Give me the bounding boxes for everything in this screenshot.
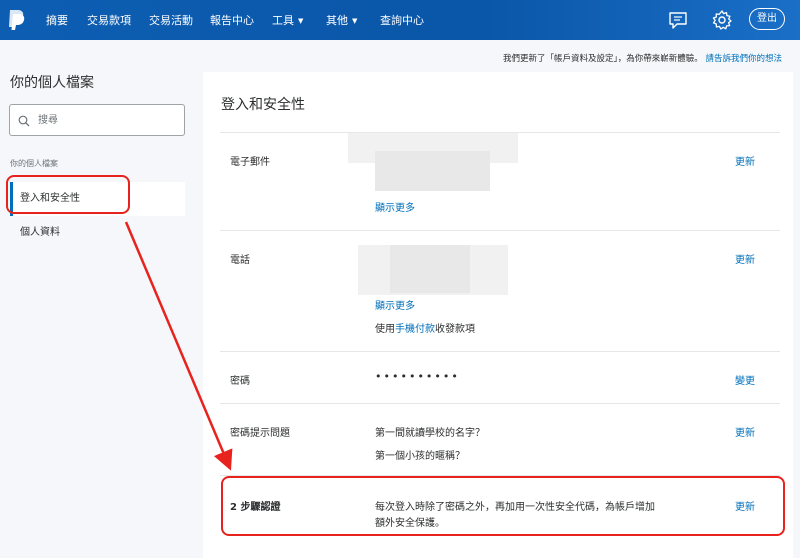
nav-activity[interactable]: 交易活動 [149,12,193,28]
nav-transactions[interactable]: 交易款項 [87,12,131,28]
gear-icon[interactable] [711,9,733,31]
nav-tools[interactable]: 工具 ▼ [272,12,303,28]
security-questions-label: 密碼提示問題 [230,428,290,439]
search-icon [18,115,30,127]
sidebar-section-label: 你的個人檔案 [10,159,58,168]
logout-button[interactable]: 登出 [749,8,785,30]
mobile-payment-link[interactable]: 手機付款 [395,324,435,335]
security-question-2: 第一個小孩的暱稱？ [375,451,465,462]
phone-update-link[interactable]: 更新 [735,251,755,266]
password-row: 密碼 •••••••••• 變更 [220,351,780,403]
sidebar-item-personal-info[interactable]: 個人資料 [10,216,185,250]
password-change-link[interactable]: 變更 [735,372,755,387]
email-update-link[interactable]: 更新 [735,153,755,168]
chevron-down-icon: ▼ [298,17,304,25]
phone-label: 電話 [230,255,250,266]
nav-tools-label: 工具 [272,14,294,27]
security-questions-row: 密碼提示問題 第一間就讀學校的名字？ 第一個小孩的暱稱？ 更新 [220,403,780,475]
chevron-down-icon: ▼ [352,17,358,25]
annotation-highlight-two-step [221,476,785,536]
nav-more-label: 其他 [326,14,348,27]
mobile-payment-text: 使用手機付款收發款項 [375,324,475,335]
paypal-logo[interactable] [6,9,26,31]
redacted-email-block [375,151,490,191]
nav-more[interactable]: 其他 ▼ [326,12,357,28]
message-center-icon[interactable] [667,9,689,31]
email-show-more-link[interactable]: 顯示更多 [375,199,415,214]
search-box[interactable] [9,104,185,136]
security-questions-update-link[interactable]: 更新 [735,424,755,439]
nav-summary[interactable]: 摘要 [46,12,68,28]
nav-resolution-center[interactable]: 查詢中心 [380,12,424,28]
page-title: 登入和安全性 [221,97,305,113]
redacted-phone-block [390,245,470,293]
security-question-1: 第一間就讀學校的名字？ [375,428,485,439]
email-row: 電子郵件 顯示更多 更新 [220,132,780,230]
search-input[interactable] [38,111,178,129]
top-navigation-bar: 摘要 交易款項 交易活動 報告中心 工具 ▼ 其他 ▼ 查詢中心 登出 [0,0,800,40]
password-label: 密碼 [230,376,250,387]
annotation-highlight-sidebar [6,175,130,214]
feedback-link[interactable]: 請告訴我們你的想法 [705,54,782,64]
phone-row: 電話 顯示更多 使用手機付款收發款項 更新 [220,230,780,351]
notice-text: 我們更新了「帳戶資料及設定」，為你帶來嶄新體驗。 [503,54,703,64]
nav-reports[interactable]: 報告中心 [210,12,254,28]
password-masked-value: •••••••••• [375,370,460,383]
update-notice: 我們更新了「帳戶資料及設定」，為你帶來嶄新體驗。 請告訴我們你的想法 [503,52,782,64]
email-label: 電子郵件 [230,157,270,168]
sidebar-title: 你的個人檔案 [10,75,94,91]
phone-show-more-link[interactable]: 顯示更多 [375,297,415,312]
